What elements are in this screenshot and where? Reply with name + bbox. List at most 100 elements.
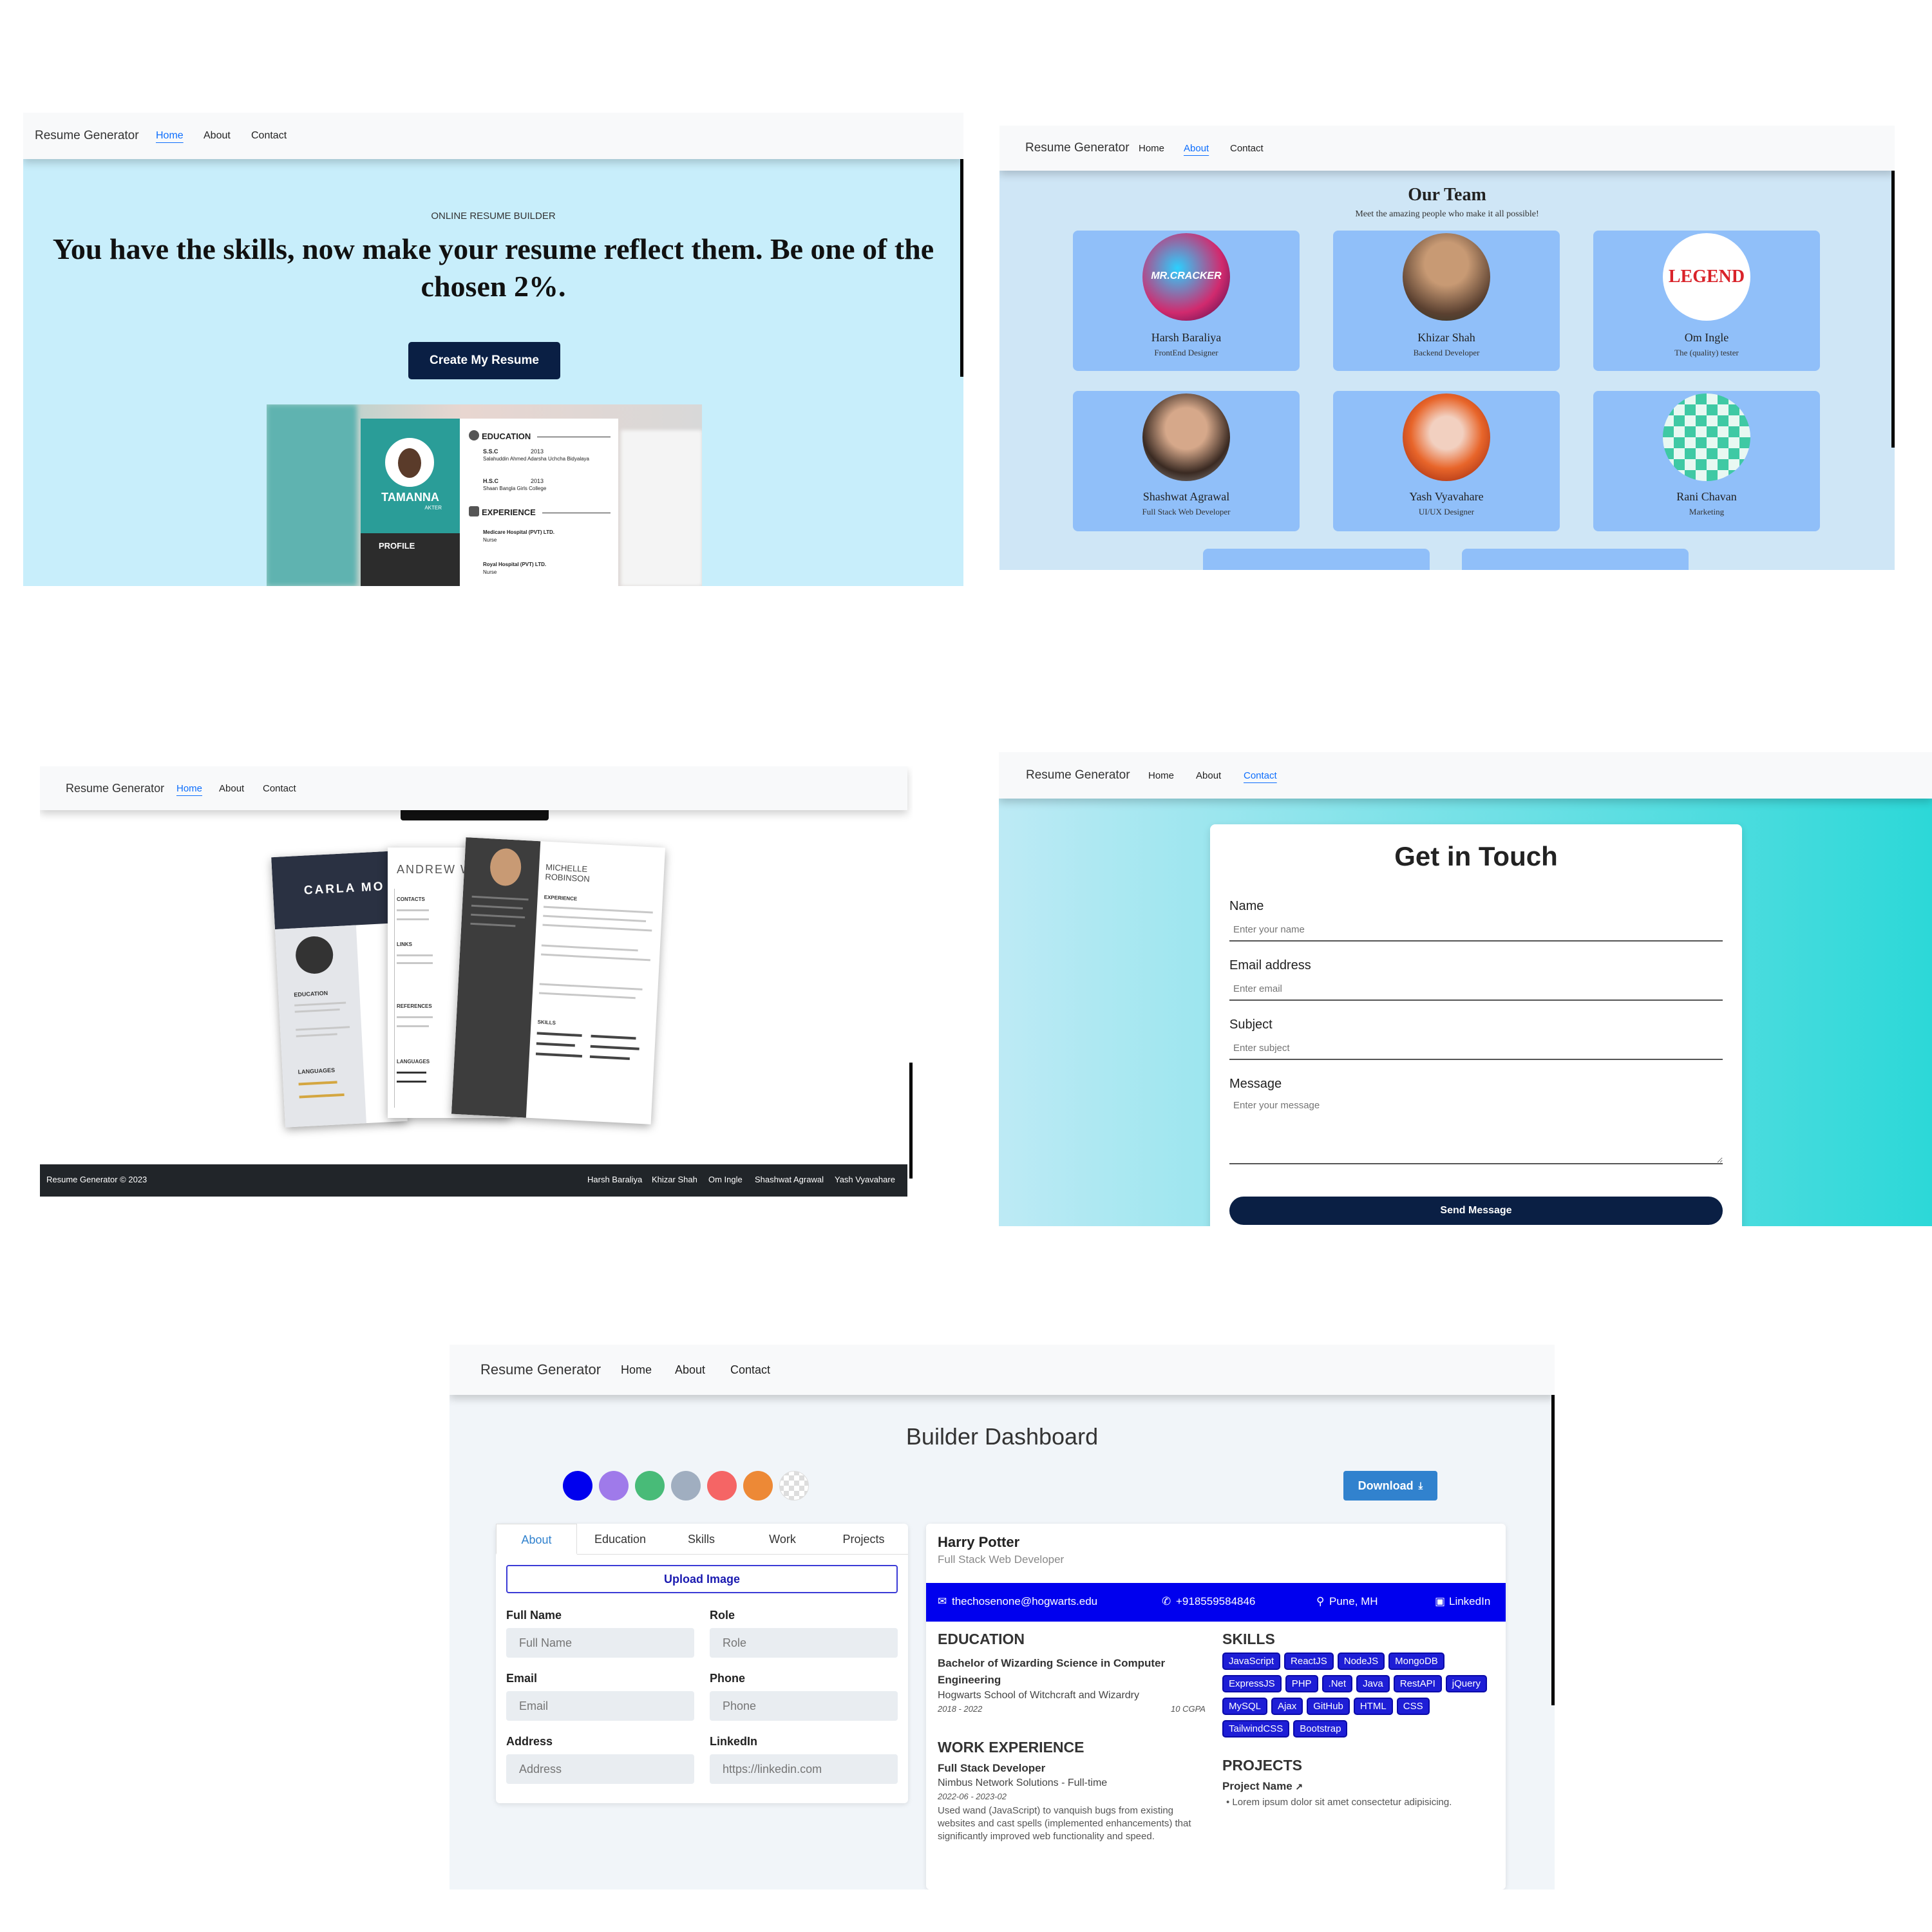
exp-role-1: Nurse [483,537,497,543]
scrollbar[interactable] [909,1063,913,1179]
footer-link[interactable]: Shashwat Agrawal [755,1175,824,1184]
home-templates-screenshot: Resume Generator Home About Contact CARL… [40,766,913,1199]
message-label: Message [1229,1077,1282,1091]
nav-contact[interactable]: Contact [251,130,287,142]
color-picker-custom[interactable] [779,1471,809,1501]
brand[interactable]: Resume Generator [1025,141,1130,155]
tab-education[interactable]: Education [580,1524,661,1555]
color-swatch-gray[interactable] [671,1471,701,1501]
create-resume-button[interactable]: Create My Resume [408,342,560,379]
footer-link[interactable]: Harsh Baraliya [587,1175,642,1184]
edu-years: 2018 - 2022 [938,1704,983,1714]
education-heading: EDUCATION [482,431,531,441]
role-input[interactable] [710,1628,898,1658]
skill-badge: ReactJS [1284,1653,1334,1670]
template-name: MICHELLE ROBINSON [545,862,591,884]
skill-badge: MySQL [1222,1698,1268,1715]
send-message-button[interactable]: Send Message [1229,1197,1723,1225]
resume-name: TAMANNA [381,491,439,504]
linkedin-input[interactable] [710,1754,898,1784]
phone-icon: ✆ [1162,1595,1171,1607]
tab-work[interactable]: Work [742,1524,823,1555]
exp-role-2: Nurse [483,569,497,575]
create-resume-button-partial[interactable] [401,810,549,820]
phone-input[interactable] [710,1691,898,1721]
nav-about[interactable]: About [1196,770,1221,781]
resume-linkedin[interactable]: LinkedIn [1449,1595,1490,1608]
nav-about[interactable]: About [219,783,244,794]
profile-photo [385,438,434,487]
color-swatch-red[interactable] [707,1471,737,1501]
message-input[interactable] [1229,1097,1723,1164]
member-name: Om Ingle [1684,331,1729,344]
name-label: Name [1229,899,1264,913]
skill-badge: MongoDB [1388,1653,1444,1670]
email-label: Email address [1229,958,1311,972]
footer-link[interactable]: Khizar Shah [652,1175,697,1184]
subject-label: Subject [1229,1018,1273,1032]
email-label: Email [506,1672,538,1685]
member-name: Rani Chavan [1676,490,1737,503]
name-input[interactable] [1229,918,1723,942]
email-input[interactable] [1229,978,1723,1001]
role-label: Role [710,1609,735,1622]
address-input[interactable] [506,1754,694,1784]
nav-home[interactable]: Home [621,1363,652,1377]
skill-badge: CSS [1396,1698,1430,1715]
scrollbar[interactable] [1891,126,1895,448]
contact-form: Get in Touch Name Email address Subject … [1210,824,1742,1226]
color-swatch-purple[interactable] [599,1471,629,1501]
edu-item-2: H.S.C [483,478,499,484]
member-card: Rani Chavan Marketing [1593,391,1820,531]
project-name: Project Name [1222,1780,1293,1792]
navbar: Resume Generator Home About Contact [450,1345,1555,1395]
full-name-input[interactable] [506,1628,694,1658]
about-screenshot: Resume Generator Home About Contact Our … [999,126,1895,570]
download-label: Download [1358,1479,1414,1492]
nav-about[interactable]: About [675,1363,705,1377]
tab-about[interactable]: About [496,1524,577,1555]
resume-location: Pune, MH [1329,1595,1378,1607]
nav-about[interactable]: About [1184,143,1209,154]
brand[interactable]: Resume Generator [480,1361,601,1378]
member-name: Shashwat Agrawal [1142,490,1230,503]
upload-image-button[interactable]: Upload Image [506,1565,898,1593]
download-button[interactable]: Download ⤓ [1343,1471,1437,1501]
project-link[interactable]: Project Name ↗ [1222,1780,1303,1793]
email-icon: ✉ [938,1595,947,1607]
scrollbar[interactable] [1551,1345,1555,1705]
nav-home[interactable]: Home [1139,143,1164,154]
footer-link[interactable]: Yash Vyavahare [835,1175,895,1184]
home-hero-screenshot: Resume Generator Home About Contact ONLI… [23,113,963,586]
nav-contact[interactable]: Contact [1244,770,1277,781]
template-label: SKILLS [537,1019,556,1026]
brand[interactable]: Resume Generator [35,129,139,143]
nav-contact[interactable]: Contact [1230,143,1264,154]
color-swatch-orange[interactable] [743,1471,773,1501]
resume-email[interactable]: thechosenone@hogwarts.edu [952,1595,1097,1608]
brand[interactable]: Resume Generator [66,782,164,795]
nav-contact[interactable]: Contact [263,783,296,794]
linkedin-icon: ▣ [1435,1595,1446,1607]
subject-input[interactable] [1229,1037,1723,1060]
nav-contact[interactable]: Contact [730,1363,770,1377]
nav-home[interactable]: Home [176,783,202,794]
color-swatch-blue[interactable] [563,1471,592,1501]
template-card: MICHELLE ROBINSON EXPERIENCE SKILLS [451,837,666,1124]
tab-skills[interactable]: Skills [661,1524,742,1555]
resume-phone[interactable]: +918559584846 [1176,1595,1255,1608]
tab-projects[interactable]: Projects [823,1524,904,1555]
skill-badge: GitHub [1307,1698,1350,1715]
nav-home[interactable]: Home [156,130,184,142]
skill-badge: Bootstrap [1293,1720,1348,1738]
email-input[interactable] [506,1691,694,1721]
footer-link[interactable]: Om Ingle [708,1175,743,1184]
navbar: Resume Generator Home About Contact [999,126,1895,171]
template-label: CONTACTS [397,896,425,902]
nav-about[interactable]: About [204,130,231,142]
skill-badge: Ajax [1271,1698,1303,1715]
nav-home[interactable]: Home [1148,770,1174,781]
download-icon: ⤓ [1418,1480,1423,1492]
color-swatch-green[interactable] [635,1471,665,1501]
brand[interactable]: Resume Generator [1026,768,1130,782]
